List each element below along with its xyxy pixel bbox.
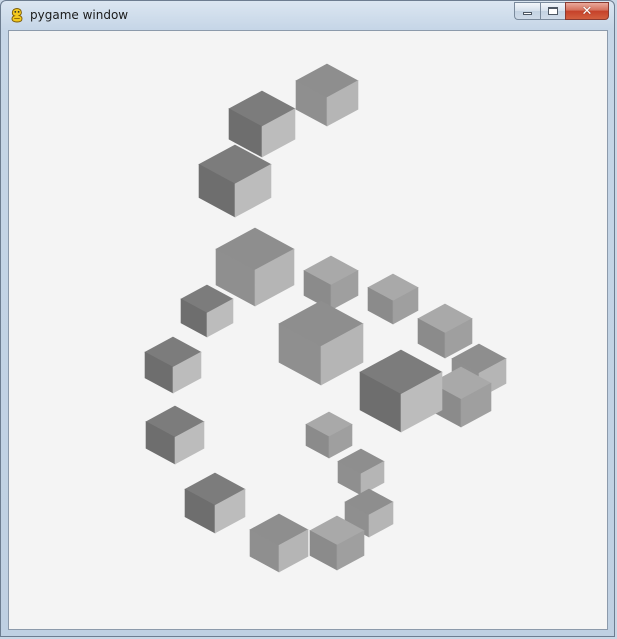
maximize-icon [548, 7, 558, 15]
game-canvas[interactable] [8, 30, 608, 630]
maximize-button[interactable] [540, 2, 565, 20]
close-button[interactable]: ✕ [565, 2, 609, 20]
minimize-icon [523, 12, 532, 15]
pygame-window: pygame window ✕ [0, 0, 615, 637]
minimize-button[interactable] [514, 2, 540, 20]
cube-scene [9, 31, 607, 629]
window-title: pygame window [30, 8, 129, 22]
close-icon: ✕ [581, 3, 593, 19]
title-bar[interactable]: pygame window ✕ [1, 1, 614, 29]
window-controls: ✕ [514, 2, 609, 20]
pygame-snake-icon [11, 8, 23, 23]
